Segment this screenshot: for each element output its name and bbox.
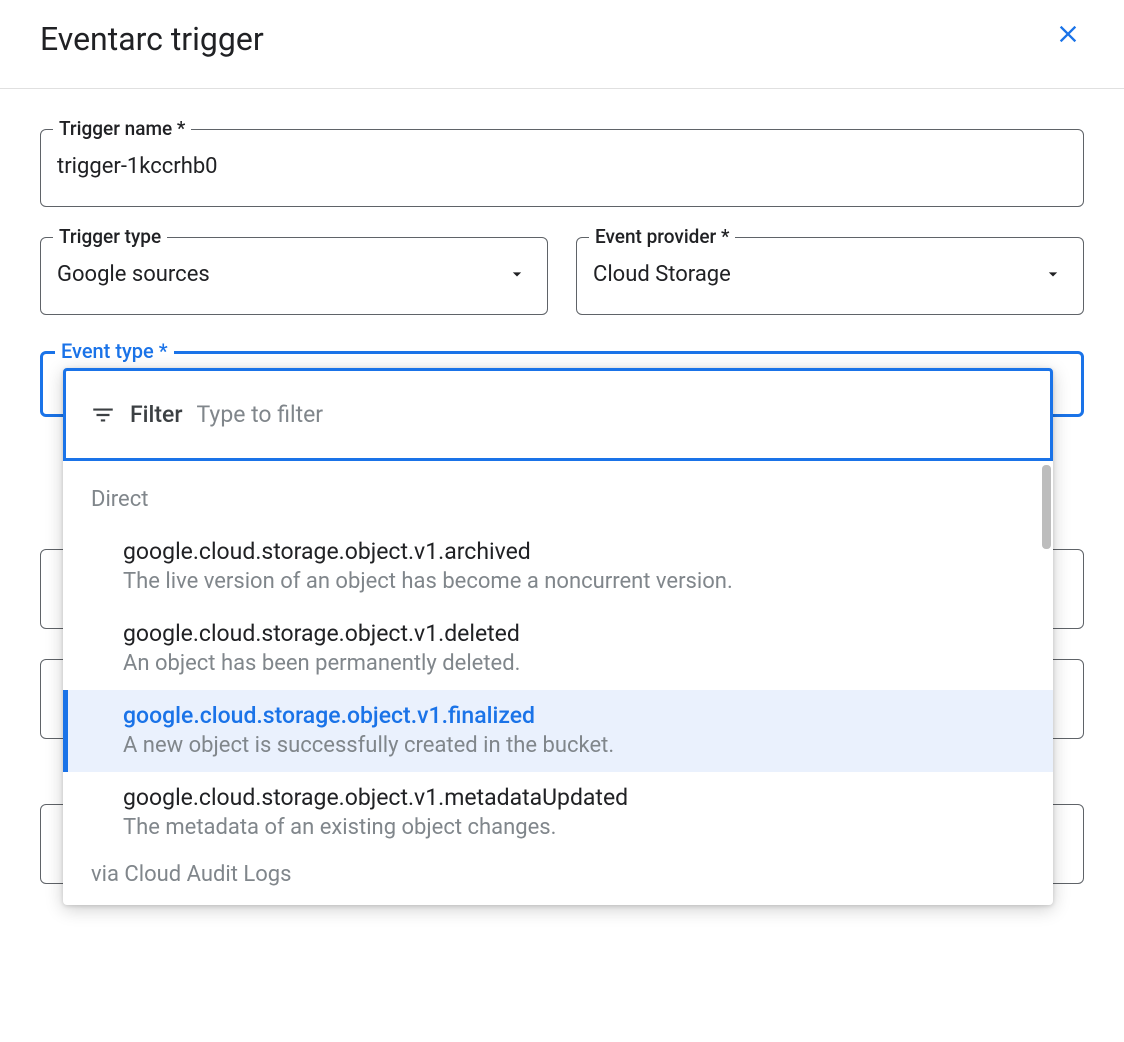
trigger-type-select[interactable]: Trigger type Google sources: [40, 237, 548, 315]
option-title: google.cloud.storage.object.v1.archived: [123, 538, 1025, 565]
chevron-down-icon: [1043, 264, 1063, 288]
trigger-name-value: trigger-1kccrhb0: [57, 148, 1067, 180]
panel-header: Eventarc trigger: [0, 0, 1124, 89]
event-provider-label: Event provider *: [589, 225, 735, 248]
close-icon: [1054, 20, 1082, 48]
eventarc-trigger-panel: Eventarc trigger Trigger name * trigger-…: [0, 0, 1124, 417]
option-metadata-updated[interactable]: google.cloud.storage.object.v1.metadataU…: [63, 772, 1053, 854]
type-provider-row: Trigger type Google sources Event provid…: [40, 237, 1084, 315]
chevron-down-icon: [507, 264, 527, 288]
filter-label: Filter: [130, 401, 183, 428]
event-type-label: Event type *: [55, 339, 174, 363]
dropdown-list[interactable]: Direct google.cloud.storage.object.v1.ar…: [63, 461, 1053, 901]
event-provider-select[interactable]: Event provider * Cloud Storage: [576, 237, 1084, 315]
option-title: google.cloud.storage.object.v1.deleted: [123, 620, 1025, 647]
option-finalized[interactable]: google.cloud.storage.object.v1.finalized…: [63, 690, 1053, 772]
trigger-name-label: Trigger name *: [53, 117, 191, 140]
option-desc: An object has been permanently deleted.: [123, 651, 1025, 676]
close-button[interactable]: [1052, 18, 1084, 50]
option-deleted[interactable]: google.cloud.storage.object.v1.deleted A…: [63, 608, 1053, 690]
dropdown-group-direct: Direct: [63, 481, 1053, 526]
event-type-dropdown: Filter Type to filter Direct google.clou…: [63, 368, 1053, 905]
trigger-name-field[interactable]: Trigger name * trigger-1kccrhb0: [40, 129, 1084, 207]
panel-body: Trigger name * trigger-1kccrhb0 Trigger …: [0, 89, 1124, 417]
filter-placeholder: Type to filter: [197, 401, 324, 428]
option-title: google.cloud.storage.object.v1.metadataU…: [123, 784, 1025, 811]
scrollbar-thumb[interactable]: [1042, 465, 1051, 549]
dropdown-filter-input[interactable]: Filter Type to filter: [63, 368, 1053, 461]
filter-icon: [90, 402, 116, 428]
option-desc: The live version of an object has become…: [123, 569, 1025, 594]
option-desc: A new object is successfully created in …: [123, 733, 1025, 758]
option-archived[interactable]: google.cloud.storage.object.v1.archived …: [63, 526, 1053, 608]
event-type-select[interactable]: Event type * Filter Type to filter Direc…: [40, 351, 1084, 417]
trigger-type-label: Trigger type: [53, 225, 167, 248]
option-title: google.cloud.storage.object.v1.finalized: [123, 702, 1025, 729]
trigger-type-value: Google sources: [57, 256, 531, 288]
dropdown-group-audit: via Cloud Audit Logs: [63, 854, 1053, 901]
event-provider-value: Cloud Storage: [593, 256, 1067, 288]
panel-title: Eventarc trigger: [40, 20, 264, 58]
option-desc: The metadata of an existing object chang…: [123, 815, 1025, 840]
